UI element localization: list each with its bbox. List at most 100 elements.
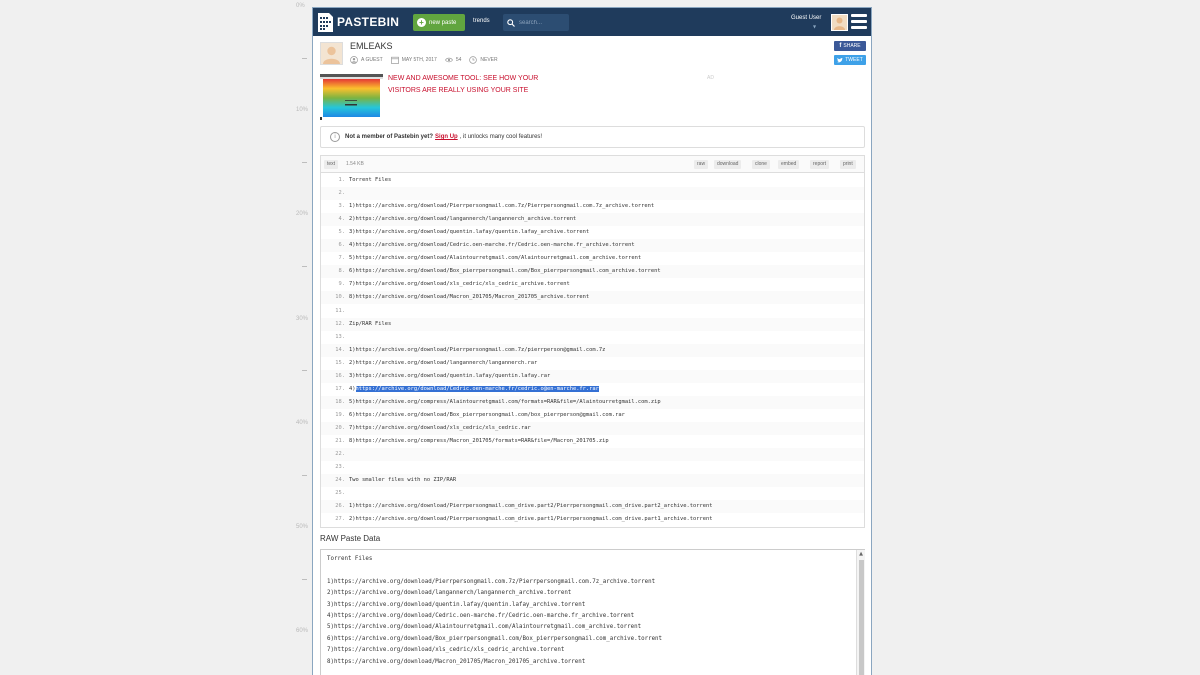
site-logo-text[interactable]: PASTEBIN [337, 15, 399, 29]
paste-date-text: MAY 5TH, 2017 [401, 57, 437, 63]
ruler-dash [302, 579, 307, 580]
ruler-label: 20% [296, 211, 309, 217]
line-text: 8)https://archive.org/compress/Macron_20… [349, 438, 609, 444]
paste-author-name[interactable]: A GUEST [361, 57, 383, 63]
line-text: 2)https://archive.org/download/langanner… [349, 360, 537, 366]
new-paste-button[interactable]: + new paste [413, 14, 465, 31]
line-number: 4. [338, 216, 346, 223]
ruler-dash [302, 58, 307, 59]
line-text: 4)https://archive.org/download/Cedric.oe… [349, 242, 635, 248]
code-line: 19. 6)https://archive.org/download/Box_pi… [321, 409, 864, 422]
facebook-share-button[interactable]: f SHARE [834, 41, 866, 51]
line-text: 5)https://archive.org/compress/Alaintour… [349, 399, 661, 405]
download-button[interactable]: download [714, 160, 742, 169]
scrollbar-thumb[interactable] [859, 560, 864, 675]
line-text-content: 2)https://archive.org/download/langanner… [349, 216, 577, 223]
ad-image[interactable] [320, 74, 383, 120]
code-line: 1. Torrent Files [321, 174, 864, 187]
raw-paste-textarea[interactable]: Torrent Files 1)https://archive.org/downl… [320, 549, 865, 675]
search-input[interactable] [519, 19, 563, 26]
paste-size: 1.54 KB [346, 161, 364, 167]
page-frame: PASTEBIN + new paste trends Guest User ▼ [312, 7, 872, 675]
notice-rest: , it unlocks many cool features! [459, 134, 543, 140]
code-line: 20. 7)https://archive.org/download/xls_ce… [321, 421, 864, 435]
ruler-label: 50% [296, 524, 309, 530]
ruler-label: 40% [296, 420, 309, 426]
line-text: 6)https://archive.org/download/Box_pierr… [349, 412, 625, 418]
line-number: 24. [335, 477, 345, 484]
twitter-tweet-button[interactable]: TWEET [834, 55, 866, 65]
syntax-tag[interactable]: text [324, 160, 339, 169]
hamburger-menu-icon[interactable] [851, 14, 867, 30]
ad-label: AD [707, 75, 714, 81]
line-text-content: 2)https://archive.org/download/Pierrpers… [349, 516, 713, 523]
raw-line: 6)https://archive.org/download/Box_pierr… [327, 635, 663, 642]
line-text-content: 8)https://archive.org/compress/Macron_20… [349, 438, 609, 444]
paste-meta: A GUEST MAY 5TH, 2017 54 NEVER [350, 56, 506, 64]
code-line: 22. [321, 448, 864, 462]
code-line: 15. 2)https://archive.org/download/langan… [321, 357, 864, 370]
trends-link[interactable]: trends [473, 18, 490, 24]
facebook-icon: f [839, 43, 842, 49]
line-text-content: 6)https://archive.org/download/Box_pierr… [349, 411, 625, 418]
code-line: 4. 2)https://archive.org/download/langann… [321, 213, 864, 227]
code-line: 16. 3)https://archive.org/download/quenti… [321, 369, 864, 383]
line-text-content: 7)https://archive.org/download/xls_cedri… [349, 281, 570, 288]
paste-expire-text: NEVER [480, 57, 498, 63]
chevron-down-icon[interactable]: ▼ [813, 24, 816, 29]
line-number: 8. [338, 268, 346, 275]
ruler-dash [302, 475, 307, 476]
line-number: 21. [335, 438, 345, 444]
signup-link[interactable]: Sign Up [435, 134, 458, 140]
raw-line: 7)https://archive.org/download/xls_cedri… [327, 647, 565, 654]
embed-button[interactable]: embed [778, 160, 800, 169]
share-label: SHARE [843, 43, 861, 49]
clone-button[interactable]: clone [752, 160, 770, 169]
line-text: 6)https://archive.org/download/Box_pierr… [349, 268, 661, 274]
line-number: 7. [338, 255, 346, 262]
raw-button[interactable]: raw [694, 160, 709, 169]
code-line: 21. 8)https://archive.org/compress/Macron… [321, 435, 864, 448]
tweet-label: TWEET [845, 57, 863, 63]
line-number: 12. [335, 320, 345, 327]
line-number: 18. [335, 398, 345, 405]
line-text: 2)https://archive.org/download/Pierrpers… [349, 516, 713, 522]
code-line: 14. 1)https://archive.org/download/Pierrp… [321, 343, 864, 357]
line-text-content: 7)https://archive.org/download/xls_cedri… [349, 424, 531, 431]
code-line: 27. 2)https://archive.org/download/Pierrp… [321, 513, 864, 526]
line-text-content: 1)https://archive.org/download/Pierrpers… [349, 203, 655, 210]
raw-line: Torrent Files [327, 556, 373, 562]
line-text: Two smaller files with no ZIP/RAR [349, 477, 456, 483]
code-line: 10. 8)https://archive.org/download/Macron… [321, 291, 864, 305]
guest-user-label[interactable]: Guest User [791, 15, 821, 21]
print-button[interactable]: print [840, 160, 856, 169]
line-text-content: Torrent Files [349, 177, 392, 183]
line-text-content: 1)https://archive.org/download/Pierrpers… [349, 346, 606, 353]
ruler-dash [302, 162, 307, 163]
raw-scrollbar[interactable]: ▲ [856, 550, 865, 675]
site-header: PASTEBIN + new paste trends Guest User ▼ [313, 8, 871, 36]
guest-avatar[interactable] [831, 14, 848, 31]
raw-line: 3)https://archive.org/download/quentin.l… [327, 601, 586, 608]
scroll-up-icon[interactable]: ▲ [857, 551, 865, 557]
paste-views: 54 [444, 56, 461, 64]
line-text: Torrent Files [349, 177, 391, 183]
line-text-content: 5)https://archive.org/download/Alaintour… [349, 255, 642, 262]
paste-date: MAY 5TH, 2017 [390, 56, 437, 64]
line-text-content: 8)https://archive.org/download/Macron_20… [349, 294, 590, 301]
line-text: 4)https://archive.org/download/Cedric.oe… [349, 385, 599, 392]
line-text: 3)https://archive.org/download/quentin.l… [349, 229, 589, 235]
signup-notice: i Not a member of Pastebin yet? Sign Up … [320, 126, 865, 148]
selected-text[interactable]: https://archive.org/download/Cedric.oen-… [355, 385, 599, 392]
ad-headline[interactable]: NEW AND AWESOME TOOL: SEE HOW YOUR VISIT… [388, 73, 563, 97]
ruler-dash [302, 266, 307, 267]
line-number: 1. [338, 177, 346, 183]
line-number: 15. [335, 359, 345, 366]
line-text-content: 4) [349, 385, 356, 392]
pastebin-logo-icon[interactable] [316, 12, 334, 33]
report-button[interactable]: report [810, 160, 830, 169]
ruler-label: 10% [296, 107, 309, 113]
calendar-icon [390, 56, 399, 64]
line-number: 20. [335, 424, 345, 431]
search-box[interactable] [503, 14, 569, 31]
